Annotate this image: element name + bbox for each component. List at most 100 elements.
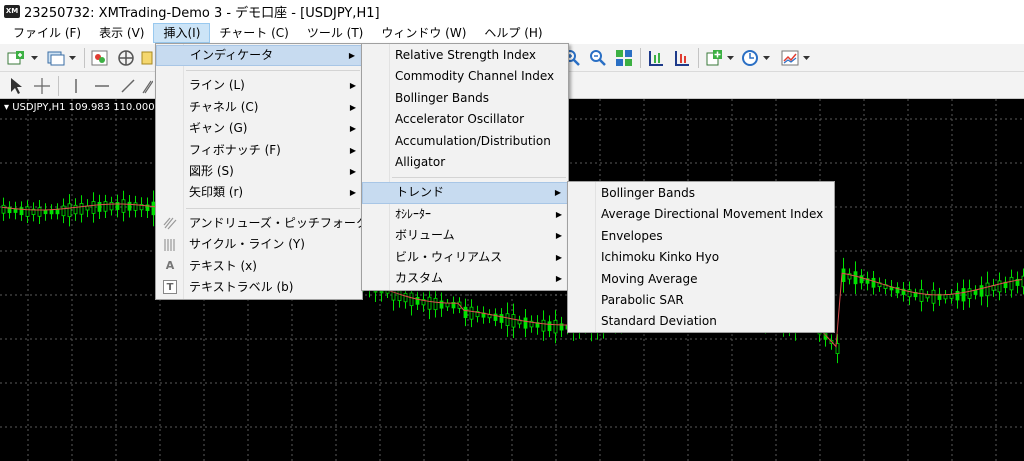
terminal-icon[interactable] [140,48,154,68]
insert-menu-item-label: チャネル (C) [189,99,259,114]
new-chart-dropdown-icon[interactable] [28,48,40,68]
navigator-icon[interactable] [116,48,136,68]
new-chart-icon[interactable] [6,48,26,68]
submenu-arrow-icon: ▶ [348,51,355,60]
insert-menu-item-label: インディケータ [190,48,274,62]
zoom-out-icon[interactable] [588,48,608,68]
indicators-item-11[interactable]: カスタム ▶ [362,268,568,289]
submenu-arrow-icon: ▶ [555,231,562,241]
indicators-item-relative-strength-index[interactable]: Relative Strength Index [362,45,568,66]
indicators-item-8[interactable]: ｵｼﾚｰﾀｰ ▶ [362,204,568,225]
menu-insert[interactable]: 挿入(I) [153,23,211,43]
indicators-item-7[interactable]: トレンド ▶ [362,182,568,204]
menu-help[interactable]: ヘルプ (H) [475,23,551,43]
submenu-arrow-icon: ▶ [349,102,356,112]
horizontal-line-icon[interactable] [92,76,112,96]
profiles-icon[interactable] [46,48,66,68]
title-bar: XM 23250732: XMTrading-Demo 3 - デモ口座 - [… [0,0,1024,22]
indicators-item-bollinger-bands[interactable]: Bollinger Bands [362,88,568,109]
insert-menu-item-a[interactable]: アンドリューズ・ピッチフォーク (A) [156,213,389,234]
indicators-item-label: トレンド [396,185,445,200]
menu-tools[interactable]: ツール (T) [298,23,373,43]
indicators-item-label: Bollinger Bands [395,90,489,105]
chart-shift-icon[interactable] [646,48,666,68]
indicators-item-accelerator-oscillator[interactable]: Accelerator Oscillator [362,109,568,130]
insert-menu-item-label: ギャン (G) [189,121,248,136]
submenu-arrow-icon: ▶ [555,252,562,262]
periods-icon[interactable] [740,48,760,68]
cursor-icon[interactable] [6,76,26,96]
insert-menu-item-r[interactable]: 矢印類 (r) ▶ [156,182,362,203]
insert-menu-separator [156,66,362,75]
channel-icon[interactable] [140,76,154,96]
indicators-item-9[interactable]: ボリューム ▶ [362,225,568,246]
insert-menu-item-label: テキスト (x) [189,258,257,273]
trend-item-label: Standard Deviation [601,314,717,329]
indicators-item-accumulation-distribution[interactable]: Accumulation/Distribution [362,131,568,152]
chart-collapse-icon: ▾ [4,102,13,113]
menu-window[interactable]: ウィンドウ (W) [372,23,475,43]
insert-menu-item-label: ライン (L) [189,78,245,93]
trendline-icon[interactable] [118,76,138,96]
market-watch-icon[interactable] [90,48,110,68]
insert-menu-separator [156,204,362,213]
templates-dropdown-icon[interactable] [800,48,812,68]
tile-windows-icon[interactable] [614,48,634,68]
insert-menu-item-l[interactable]: ライン (L) ▶ [156,75,362,96]
profiles-dropdown-icon[interactable] [66,48,78,68]
indicators-separator [362,173,568,182]
templates-icon[interactable] [780,48,800,68]
chart-symbol-label: ▾ USDJPY,H1 109.983 110.000 1 [4,102,165,113]
indicators-item-label: ビル・ウィリアムス [395,249,503,264]
indicators-item-label: Accumulation/Distribution [395,133,551,148]
menu-view[interactable]: 表示 (V) [90,23,153,43]
trend-item-label: Bollinger Bands [601,186,695,200]
insert-menu-item-f[interactable]: フィボナッチ (F) ▶ [156,140,362,161]
insert-menu-item-s[interactable]: 図形 (S) ▶ [156,161,362,182]
insert-menu-item-label: 図形 (S) [189,163,234,178]
submenu-arrow-icon: ▶ [349,145,356,155]
insert-menu-item-y[interactable]: サイクル・ライン (Y) [156,234,362,255]
trend-item-label: Envelopes [601,228,663,243]
submenu-arrow-icon: ▶ [554,188,561,198]
insert-menu-item-label: テキストラベル (b) [189,279,294,294]
indicators-icon[interactable] [704,48,724,68]
trend-item-parabolic-sar[interactable]: Parabolic SAR [568,290,834,311]
indicators-item-commodity-channel-index[interactable]: Commodity Channel Index [362,66,568,87]
insert-menu-item-c[interactable]: チャネル (C) ▶ [156,97,362,118]
insert-menu-item-b[interactable]: T テキストラベル (b) [156,277,362,298]
trend-item-envelopes[interactable]: Envelopes [568,226,834,247]
app-logo-icon: XM [4,4,20,18]
menu-bar: ファイル (F) 表示 (V) 挿入(I) チャート (C) ツール (T) ウ… [0,22,1024,44]
trend-item-label: Ichimoku Kinko Hyo [601,250,720,265]
trend-item-average-directional-movement-index[interactable]: Average Directional Movement Index [568,204,834,225]
auto-scroll-icon[interactable] [672,48,692,68]
indicators-item-10[interactable]: ビル・ウィリアムス ▶ [362,247,568,268]
menu-charts[interactable]: チャート (C) [210,23,297,43]
submenu-arrow-icon: ▶ [349,188,356,198]
trend-item-ichimoku-kinko-hyo[interactable]: Ichimoku Kinko Hyo [568,247,834,268]
indicators-dropdown-icon[interactable] [724,48,736,68]
indicators-item-label: Relative Strength Index [395,48,536,62]
periods-dropdown-icon[interactable] [760,48,772,68]
trend-item-label: Average Directional Movement Index [601,207,824,222]
insert-menu-item-label: サイクル・ライン (Y) [189,237,305,252]
trend-item-moving-average[interactable]: Moving Average [568,269,834,290]
trend-item-standard-deviation[interactable]: Standard Deviation [568,311,834,332]
pitchfork-icon [162,216,178,231]
trend-item-bollinger-bands[interactable]: Bollinger Bands [568,183,834,204]
menu-file[interactable]: ファイル (F) [4,23,90,43]
insert-menu-item-label: アンドリューズ・ピッチフォーク (A) [189,215,390,230]
insert-menu-item-g[interactable]: ギャン (G) ▶ [156,118,362,139]
insert-menu-item-x[interactable]: A テキスト (x) [156,256,362,277]
indicators-item-alligator[interactable]: Alligator [362,152,568,173]
crosshair-icon[interactable] [32,76,52,96]
indicators-item-label: Alligator [395,154,446,169]
vertical-line-icon[interactable] [66,76,86,96]
insert-menu-item-0[interactable]: インディケータ ▶ [156,45,362,67]
trend-submenu: Bollinger Bands Average Directional Movem… [567,181,835,333]
submenu-arrow-icon: ▶ [555,273,562,283]
indicators-item-label: カスタム [395,270,444,285]
submenu-arrow-icon: ▶ [349,166,356,176]
insert-menu-item-label: 矢印類 (r) [189,185,244,200]
